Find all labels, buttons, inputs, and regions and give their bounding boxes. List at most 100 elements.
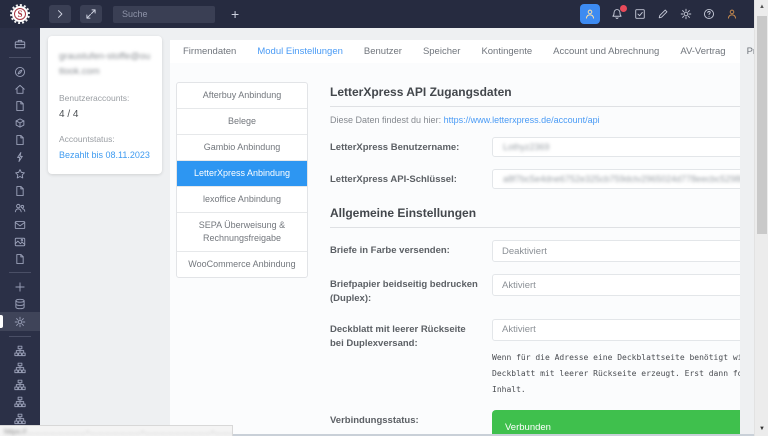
edit-pencil-icon[interactable]	[657, 8, 669, 20]
letterxpress-api-link[interactable]: https://www.letterxpress.de/account/api	[444, 115, 600, 125]
api-hint: Diese Daten findest du hier: https://www…	[330, 115, 740, 125]
notifications-bell-icon[interactable]	[611, 8, 623, 20]
setting-label: Briefpapier beidseitig bedrucken (Duplex…	[330, 274, 492, 307]
gear-logo-icon: S	[12, 6, 28, 22]
apikey-label: LetterXpress API-Schlüssel:	[330, 169, 492, 187]
submenu-item-woocommerce-anbindung[interactable]: WooCommerce Anbindung	[177, 252, 307, 277]
sidebar-item-dashboard[interactable]	[0, 63, 40, 80]
sidebar-item-settings[interactable]	[0, 312, 40, 331]
sidebar-item-favorites[interactable]	[0, 165, 40, 182]
mail-icon	[14, 219, 26, 231]
sidebar-item-products[interactable]	[0, 114, 40, 131]
select-value: Aktiviert	[502, 280, 536, 291]
submenu-item-belege[interactable]: Belege	[177, 109, 307, 135]
main-panel: Firmendaten Modul Einstellungen Benutzer Sp…	[170, 40, 740, 436]
scroll-down-arrow[interactable]: ▼	[755, 423, 768, 435]
sitemap-icon	[14, 413, 26, 425]
letterxpress-settings: LetterXpress API Zugangsdaten Diese Date…	[330, 82, 740, 436]
sidebar-item-org-4[interactable]	[0, 393, 40, 410]
username-input[interactable]: Lothyz2369	[492, 137, 740, 157]
scrollbar-thumb[interactable]	[757, 16, 767, 234]
accountstatus-label: Accountstatus:	[59, 134, 151, 144]
sidebar-divider	[9, 336, 31, 337]
sidebar-item-org-3[interactable]	[0, 376, 40, 393]
sidebar-item-home[interactable]	[0, 80, 40, 97]
sidebar-item-invoices[interactable]	[0, 131, 40, 148]
home-icon	[14, 83, 26, 95]
submenu-item-afterbuy-anbindung[interactable]: Afterbuy Anbindung	[177, 83, 307, 109]
module-settings-body: Afterbuy AnbindungBelegeGambio Anbindung…	[170, 63, 740, 436]
module-submenu: Afterbuy AnbindungBelegeGambio Anbindung…	[176, 82, 308, 278]
submenu-item-lexoffice-anbindung[interactable]: lexoffice Anbindung	[177, 187, 307, 213]
compass-icon	[14, 66, 26, 78]
tab-firmendaten[interactable]: Firmendaten	[183, 46, 236, 57]
submenu-item-sepa-berweisung-rechnungsfreigabe[interactable]: SEPA Überweisung & Rechnungsfreigabe	[177, 213, 307, 252]
connection-status-row: Verbindungsstatus: Verbunden Guthaben: 4…	[330, 410, 740, 436]
icon-sidebar	[0, 28, 40, 436]
sidebar-item-files[interactable]	[0, 250, 40, 267]
apikey-input[interactable]: a8f7bc5e4dne6752e325cb759dctv2965024d778…	[492, 169, 740, 189]
notification-badge	[620, 5, 627, 12]
tab-benutzer[interactable]: Benutzer	[364, 46, 402, 57]
sidebar-item-messages[interactable]	[0, 216, 40, 233]
sitemap-icon	[14, 396, 26, 408]
setting-label: Briefe in Farbe versenden:	[330, 240, 492, 258]
sidebar-item-company[interactable]	[0, 35, 40, 52]
sidebar-item-receipts[interactable]	[0, 182, 40, 199]
username-label: LetterXpress Benutzername:	[330, 137, 492, 155]
sitemap-icon	[14, 345, 26, 357]
collapse-sidebar-button[interactable]	[49, 5, 71, 23]
app-logo[interactable]: S	[0, 6, 40, 22]
tab-av-vertrag[interactable]: AV-Vertrag	[680, 46, 725, 57]
user-avatar[interactable]	[580, 4, 600, 24]
sidebar-item-org-2[interactable]	[0, 359, 40, 376]
sidebar-item-documents[interactable]	[0, 97, 40, 114]
divider	[330, 106, 740, 107]
doc-icon	[14, 253, 26, 265]
image-icon	[14, 236, 26, 248]
submenu-item-letterxpress-anbindung[interactable]: LetterXpress Anbindung	[177, 161, 307, 187]
sidebar-item-data[interactable]	[0, 295, 40, 312]
sidebar-item-media[interactable]	[0, 233, 40, 250]
tab-modul-einstellungen[interactable]: Modul Einstellungen	[257, 46, 343, 57]
setting-row: Deckblatt mit leerer Rückseite bei Duple…	[330, 319, 740, 398]
doc-icon	[14, 134, 26, 146]
tasks-icon[interactable]	[634, 8, 646, 20]
sidebar-item-contacts[interactable]	[0, 199, 40, 216]
setting-row: Briefe in Farbe versenden:Deaktiviert	[330, 240, 740, 262]
box-icon	[14, 117, 26, 129]
expand-window-button[interactable]	[80, 5, 102, 23]
search-input[interactable]	[113, 6, 215, 23]
sidebar-item-org-1[interactable]	[0, 342, 40, 359]
benutzeraccounts-label: Benutzeraccounts:	[59, 93, 151, 103]
tab-bar: Firmendaten Modul Einstellungen Benutzer Sp…	[170, 40, 740, 63]
setting-select[interactable]: Aktiviert	[492, 274, 740, 296]
settings-gear-icon[interactable]	[680, 8, 692, 20]
top-bar: S +	[0, 0, 754, 28]
gear-icon	[14, 316, 26, 328]
users-icon	[14, 202, 26, 214]
new-tab-button[interactable]: +	[231, 7, 239, 21]
account-email: graustufen-stoffe@outlook.com	[59, 49, 151, 79]
connection-status-label: Verbindungsstatus:	[330, 410, 492, 428]
accountstatus-link[interactable]: Bezahlt bis 08.11.2023	[59, 150, 151, 160]
tab-kontingente[interactable]: Kontingente	[481, 46, 532, 57]
sidebar-item-quick-actions[interactable]	[0, 148, 40, 165]
sitemap-icon	[14, 379, 26, 391]
briefcase-icon	[14, 38, 26, 50]
tab-account-und-abrechnung[interactable]: Account und Abrechnung	[553, 46, 659, 57]
tab-speicher[interactable]: Speicher	[423, 46, 461, 57]
help-icon[interactable]	[703, 8, 715, 20]
page-scrollbar[interactable]: ▲ ▼	[754, 0, 768, 436]
section-title-api: LetterXpress API Zugangsdaten	[330, 85, 740, 99]
scroll-up-arrow[interactable]: ▲	[755, 1, 768, 13]
setting-select[interactable]: Aktiviert	[492, 319, 740, 341]
star-icon	[14, 168, 26, 180]
account-person-icon[interactable]	[726, 8, 738, 20]
db-icon	[14, 298, 26, 310]
submenu-item-gambio-anbindung[interactable]: Gambio Anbindung	[177, 135, 307, 161]
sitemap-icon	[14, 362, 26, 374]
username-row: LetterXpress Benutzername: Lothyz2369	[330, 137, 740, 157]
setting-select[interactable]: Deaktiviert	[492, 240, 740, 262]
sidebar-item-add[interactable]	[0, 278, 40, 295]
